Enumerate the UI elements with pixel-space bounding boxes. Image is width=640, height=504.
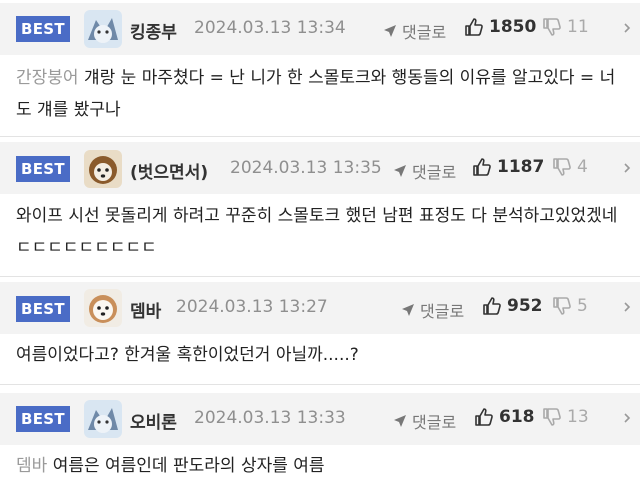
- thumbs-down-icon: [543, 18, 561, 36]
- nickname[interactable]: 킹종부: [130, 18, 177, 43]
- nickname[interactable]: 뎀바: [130, 297, 161, 322]
- reply-button[interactable]: 댓글로: [392, 409, 456, 433]
- comment-body: 뎀바 여름은 여름인데 판도라의 상자를 여름: [16, 450, 624, 482]
- like-button[interactable]: 1187: [472, 157, 544, 177]
- reply-label: 댓글로: [412, 413, 457, 432]
- like-count: 1850: [489, 17, 537, 37]
- thumbs-up-icon: [475, 408, 493, 426]
- divider: [0, 276, 640, 277]
- dislike-count: 4: [577, 157, 588, 177]
- nickname[interactable]: (벗으면서): [130, 158, 208, 183]
- chevron-right-icon[interactable]: [622, 302, 632, 312]
- timestamp: 2024.03.13 13:27: [176, 297, 328, 317]
- like-count: 952: [507, 296, 543, 316]
- comment-body: 와이프 시선 못돌리게 하려고 꾸준히 스몰토크 했던 남편 표정도 다 분석하…: [16, 200, 624, 264]
- avatar[interactable]: [84, 289, 122, 327]
- thumbs-up-icon: [483, 297, 501, 315]
- thumbs-up-icon: [473, 158, 491, 176]
- avatar[interactable]: [84, 400, 122, 438]
- reply-button[interactable]: 댓글로: [392, 159, 456, 183]
- best-badge: BEST: [16, 296, 70, 322]
- dislike-button[interactable]: 5: [552, 296, 588, 316]
- dislike-count: 13: [567, 407, 589, 427]
- thumbs-down-icon: [553, 297, 571, 315]
- comment-body: 여름이었다고? 한겨울 혹한이었던거 아닐까.....?: [16, 339, 624, 371]
- reply-to-nickname[interactable]: 간장붕어: [16, 68, 79, 88]
- divider: [0, 136, 640, 137]
- best-badge: BEST: [16, 16, 70, 42]
- divider: [0, 384, 640, 385]
- thumbs-down-icon: [553, 158, 571, 176]
- comment-text: 와이프 시선 못돌리게 하려고 꾸준히 스몰토크 했던 남편 표정도 다 분석하…: [16, 206, 618, 258]
- timestamp: 2024.03.13 13:33: [194, 408, 346, 428]
- comment-text: 여름이었다고? 한겨울 혹한이었던거 아닐까.....?: [16, 345, 359, 365]
- timestamp: 2024.03.13 13:34: [194, 18, 346, 38]
- chevron-right-icon[interactable]: [622, 163, 632, 173]
- reply-arrow-icon: [384, 25, 396, 37]
- like-count: 618: [499, 407, 535, 427]
- chevron-right-icon[interactable]: [622, 413, 632, 423]
- reply-to-nickname[interactable]: 뎀바: [16, 456, 47, 476]
- avatar[interactable]: [84, 150, 122, 188]
- thumbs-down-icon: [543, 408, 561, 426]
- like-button[interactable]: 618: [474, 407, 535, 427]
- dislike-button[interactable]: 11: [542, 17, 589, 37]
- reply-button[interactable]: 댓글로: [382, 19, 446, 43]
- like-button[interactable]: 952: [482, 296, 543, 316]
- best-badge: BEST: [16, 406, 70, 432]
- comment-text: 여름은 여름인데 판도라의 상자를 여름: [52, 456, 325, 476]
- dislike-count: 5: [577, 296, 588, 316]
- nickname[interactable]: 오비론: [130, 408, 177, 433]
- comment-body: 간장붕어 걔랑 눈 마주쳤다 = 난 니가 한 스몰토크와 행동들의 이유를 알…: [16, 62, 624, 126]
- timestamp: 2024.03.13 13:35: [230, 158, 382, 178]
- comment-text: 걔랑 눈 마주쳤다 = 난 니가 한 스몰토크와 행동들의 이유를 알고있다 =…: [16, 68, 616, 120]
- reply-label: 댓글로: [402, 23, 447, 42]
- reply-label: 댓글로: [420, 302, 465, 321]
- reply-label: 댓글로: [412, 163, 457, 182]
- dislike-count: 11: [567, 17, 589, 37]
- avatar[interactable]: [84, 10, 122, 48]
- best-badge: BEST: [16, 156, 70, 182]
- thumbs-up-icon: [465, 18, 483, 36]
- like-count: 1187: [497, 157, 545, 177]
- reply-arrow-icon: [394, 415, 406, 427]
- dislike-button[interactable]: 13: [542, 407, 589, 427]
- reply-arrow-icon: [402, 304, 414, 316]
- like-button[interactable]: 1850: [464, 17, 536, 37]
- dislike-button[interactable]: 4: [552, 157, 588, 177]
- reply-arrow-icon: [394, 165, 406, 177]
- chevron-right-icon[interactable]: [622, 23, 632, 33]
- reply-button[interactable]: 댓글로: [400, 298, 464, 322]
